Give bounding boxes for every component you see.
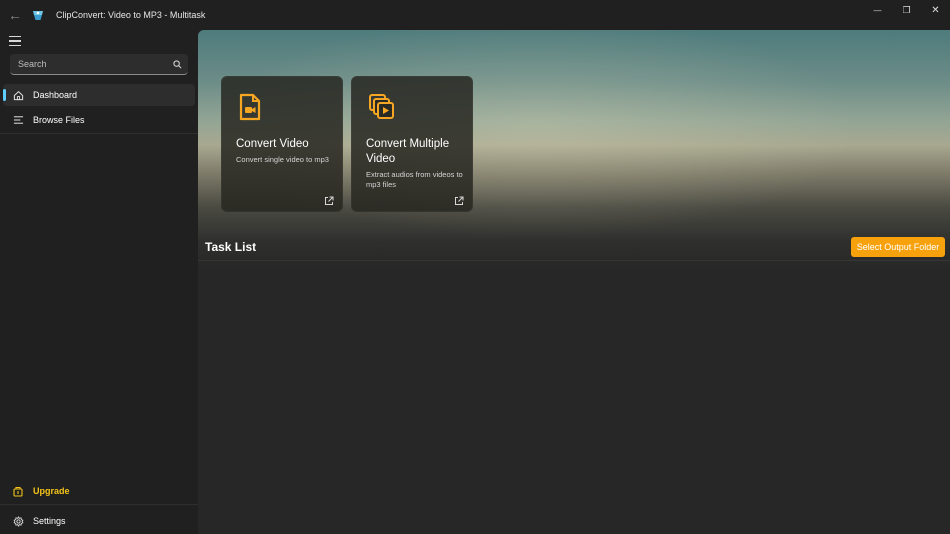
sidebar-item-label: Upgrade	[33, 486, 70, 496]
list-icon	[7, 115, 29, 125]
card-description: Extract audios from videos to mp3 files	[366, 170, 463, 189]
search-box	[10, 54, 188, 75]
back-button[interactable]: ←	[0, 0, 30, 30]
window-controls: — ❐ ✕	[863, 0, 950, 30]
upgrade-icon	[7, 486, 29, 497]
sidebar-divider	[0, 504, 198, 505]
card-title: Convert Multiple Video	[366, 138, 450, 165]
minimize-button[interactable]: —	[863, 0, 892, 20]
selection-indicator	[3, 89, 6, 101]
restore-icon: ❐	[902, 4, 911, 15]
back-arrow-icon: ←	[8, 7, 22, 23]
app-title: ClipConvert: Video to MP3 - Multitask	[56, 10, 206, 20]
sidebar-item-settings[interactable]: Settings	[3, 510, 195, 532]
home-icon	[7, 90, 29, 101]
sidebar-item-upgrade[interactable]: Upgrade	[3, 480, 195, 502]
gear-icon	[7, 515, 29, 527]
select-output-folder-button[interactable]: Select Output Folder	[851, 237, 945, 257]
open-external-icon	[324, 193, 334, 205]
search-icon[interactable]	[166, 59, 188, 69]
search-input[interactable]	[10, 59, 166, 69]
card-description: Convert single video to mp3	[236, 155, 329, 164]
multiple-video-icon	[368, 93, 394, 123]
sidebar-item-label: Settings	[33, 516, 66, 526]
main-content: Convert Video Convert single video to mp…	[198, 30, 950, 534]
sidebar-item-dashboard[interactable]: Dashboard	[3, 84, 195, 106]
video-file-icon	[238, 93, 264, 123]
minimize-icon: —	[873, 5, 882, 15]
sidebar-item-label: Browse Files	[33, 115, 85, 125]
hamburger-menu-icon[interactable]	[9, 36, 21, 46]
convert-multiple-video-card[interactable]: Convert Multiple Video Extract audios fr…	[351, 76, 473, 212]
title-bar: ← ClipConvert: Video to MP3 - Multitask …	[0, 0, 950, 30]
app-logo-icon	[30, 7, 46, 23]
sidebar-item-label: Dashboard	[33, 90, 78, 100]
task-list-title: Task List	[205, 240, 257, 254]
sidebar-item-browse-files[interactable]: Browse Files	[3, 109, 195, 131]
card-title: Convert Video	[236, 138, 309, 150]
close-button[interactable]: ✕	[921, 0, 950, 20]
sidebar-divider	[0, 133, 198, 134]
convert-video-card[interactable]: Convert Video Convert single video to mp…	[221, 76, 343, 212]
sidebar: Dashboard Browse Files Upgrade Settings	[0, 30, 198, 534]
close-icon: ✕	[931, 4, 940, 16]
maximize-button[interactable]: ❐	[892, 0, 921, 20]
open-external-icon	[454, 193, 464, 205]
task-list-divider	[198, 260, 950, 261]
